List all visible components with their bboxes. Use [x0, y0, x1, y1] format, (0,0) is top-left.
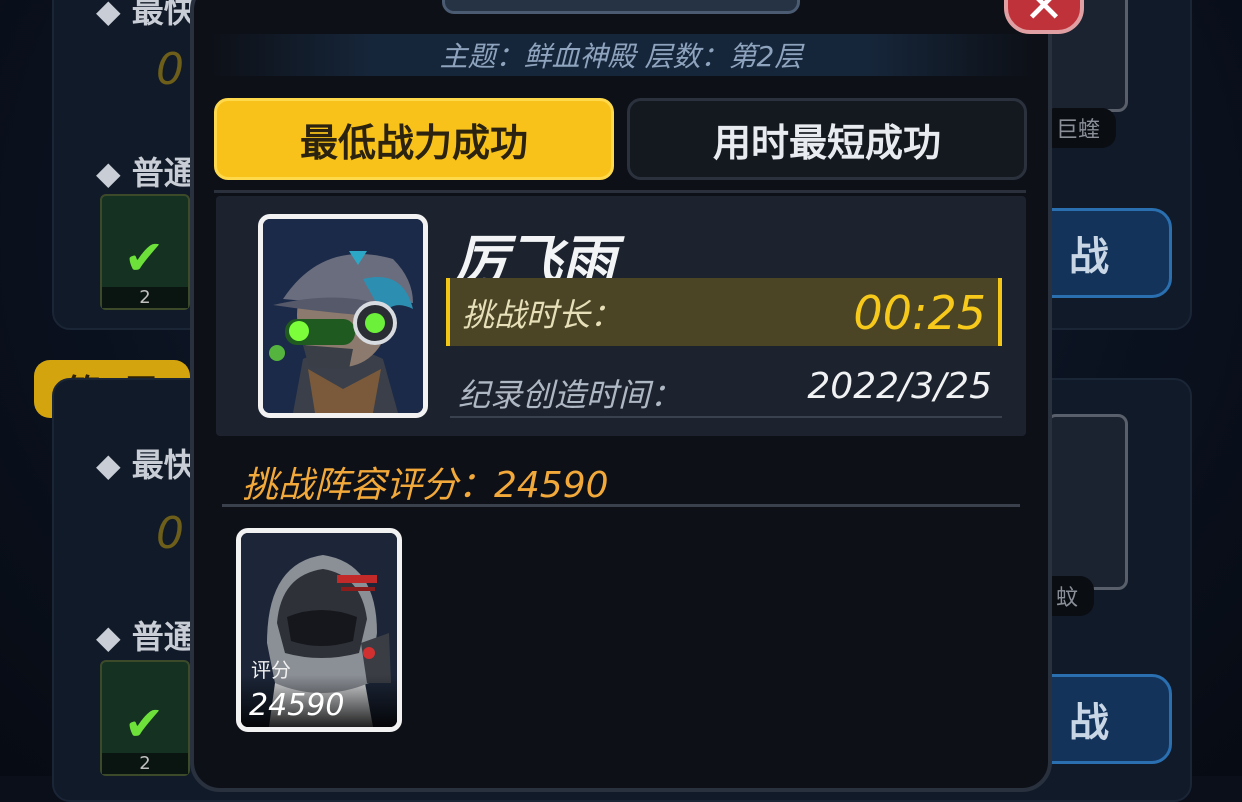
lineup-score-title: 挑战阵容评分：24590 — [242, 465, 609, 506]
bg-item-count: 2 — [102, 753, 188, 774]
bg-reward-item[interactable]: ✔ 2 — [100, 194, 190, 310]
divider — [450, 416, 1002, 418]
tab-shortest-time[interactable]: 用时最短成功 — [627, 98, 1027, 180]
dialog-title-tab — [442, 0, 800, 14]
bg-item-count: 2 — [102, 287, 188, 308]
bg-fastest-time: 0 — [156, 508, 184, 559]
close-button[interactable]: ✕ — [1004, 0, 1084, 34]
bg-fastest-label: ◆ 最快 — [96, 0, 196, 30]
tab-lowest-power[interactable]: 最低战力成功 — [214, 98, 614, 180]
member-score: 24590 — [249, 688, 345, 723]
hero-avatar-icon — [263, 219, 423, 413]
record-created-value: 2022/3/25 — [807, 366, 992, 407]
record-created-label: 纪录创造时间： — [458, 376, 683, 414]
dialog-subtitle: 主题：鲜血神殿 层数：第2层 — [439, 40, 803, 73]
bg-normal-label: ◆ 普通 — [96, 618, 196, 656]
duration-value: 00:25 — [853, 286, 986, 340]
duration-label: 挑战时长： — [462, 296, 623, 334]
bg-fastest-time: 0 — [156, 44, 184, 95]
check-icon: ✔ — [124, 696, 165, 752]
bg-hero-portrait[interactable] — [1046, 414, 1128, 590]
lineup-member-card[interactable]: 评分 24590 — [236, 528, 402, 732]
divider — [222, 504, 1020, 507]
check-icon: ✔ — [124, 230, 165, 286]
bg-normal-label: ◆ 普通 — [96, 154, 196, 192]
bg-fastest-label: ◆ 最快 — [96, 446, 196, 484]
bg-reward-item[interactable]: ✔ 2 — [100, 660, 190, 776]
hero-portrait[interactable] — [258, 214, 428, 418]
divider — [214, 190, 1026, 193]
member-score-label: 评分 — [251, 658, 291, 682]
close-icon: ✕ — [1023, 0, 1065, 34]
